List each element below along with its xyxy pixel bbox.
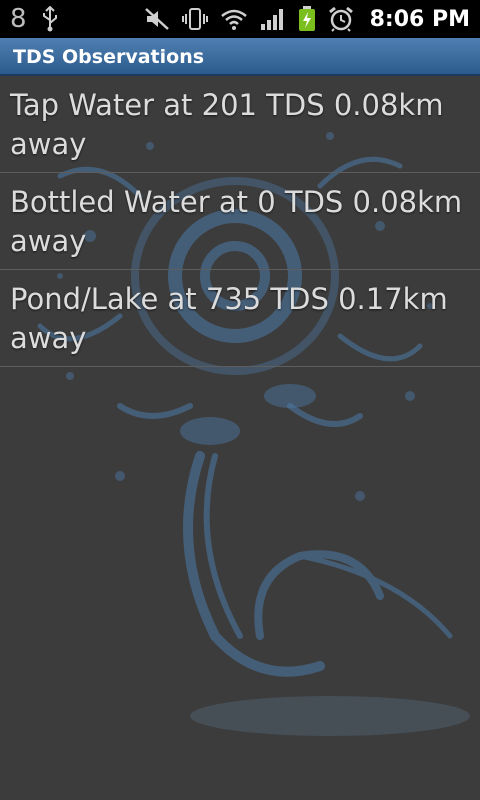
signal-icon (260, 7, 286, 31)
list-item[interactable]: Tap Water at 201 TDS 0.08km away (0, 76, 480, 173)
battery-charging-icon (298, 6, 316, 32)
observation-label: Pond/Lake at 735 TDS 0.17km away (10, 282, 448, 355)
status-bar: 8 8:06 PM (0, 0, 480, 38)
vibrate-icon (181, 7, 208, 31)
list-item[interactable]: Pond/Lake at 735 TDS 0.17km away (0, 270, 480, 367)
list-item[interactable]: Bottled Water at 0 TDS 0.08km away (0, 173, 480, 270)
usb-icon (41, 6, 59, 32)
observation-label: Bottled Water at 0 TDS 0.08km away (10, 185, 463, 258)
alarm-clock-icon (328, 6, 354, 32)
observation-label: Tap Water at 201 TDS 0.08km away (10, 88, 444, 161)
notification-count: 8 (10, 4, 27, 34)
observation-list-screen: Tap Water at 201 TDS 0.08km away Bottled… (0, 76, 480, 800)
clock-time: 8:06 PM (369, 6, 470, 32)
wifi-icon (220, 7, 248, 31)
app-title-bar: TDS Observations (0, 38, 480, 76)
page-title: TDS Observations (13, 46, 205, 68)
observation-list: Tap Water at 201 TDS 0.08km away Bottled… (0, 76, 480, 367)
mute-icon (144, 7, 170, 31)
